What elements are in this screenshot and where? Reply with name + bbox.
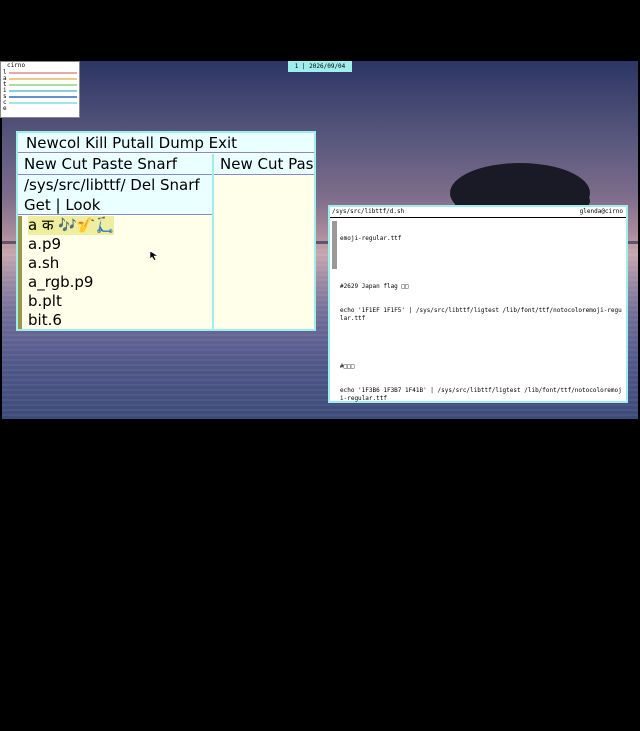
terminal-line: #□□□ — [340, 363, 355, 370]
acme-column-2[interactable]: New Cut Past — [214, 154, 314, 329]
window-menu-title: cirno — [7, 62, 26, 69]
terminal-line: echo '1F1EF 1F1F5' | /sys/src/libttf/lig… — [340, 307, 622, 322]
window-menu-bar — [9, 90, 77, 92]
terminal-window[interactable]: /sys/src/libttf/d.sh glenda@cirno emoji-… — [328, 205, 628, 714]
terminal-line: 915-94D-937-93F — [340, 635, 395, 642]
acme-scrollbar[interactable] — [18, 216, 22, 329]
window-menu-bar — [9, 78, 77, 80]
terminal-line: echo 939 | ligtest /lib/font/ttf/notosan… — [340, 467, 568, 474]
list-item[interactable]: a.sh — [28, 254, 114, 273]
terminal-line: □□ = U+0915 U+093F — [340, 515, 406, 522]
terminal-scrollbar[interactable] — [332, 221, 337, 269]
terminal-line: □ □ □ □ — [340, 587, 398, 594]
terminal-line: ​ — [340, 339, 624, 347]
terminal-line: emoji-regular.ttf — [340, 235, 402, 242]
mouse-pointer-icon — [150, 251, 160, 261]
terminal-line: page /n/ttf/notosansdevanagari-regular.t… — [340, 707, 557, 714]
terminal-line: # □ □ □□ 939 948 — [340, 443, 402, 450]
terminal-user: glenda@cirno — [579, 208, 623, 215]
terminal-line: # matra — [340, 683, 366, 690]
terminal-line: ​ — [340, 611, 624, 619]
terminal-line: ​ — [340, 491, 624, 499]
terminal-line: ​ — [340, 659, 624, 667]
list-item[interactable]: bit.6 — [28, 311, 114, 330]
window-menu[interactable]: cirno l a t i s c e — [0, 61, 80, 118]
window-menu-bar — [9, 84, 77, 86]
terminal-line: echo '1F3B6 1F3B7 1F41B' | /sys/src/libt… — [340, 387, 622, 402]
acme-row-tag[interactable]: Newcol Kill Putall Dump Exit — [18, 133, 314, 153]
window-menu-bar — [9, 72, 77, 74]
acme-file-list[interactable]: a क 🎶🎷🛴 a.p9 a.sh a_rgb.p9 b.plt bit.6 — [28, 216, 115, 330]
window-menu-bar — [9, 108, 77, 110]
terminal-line: □ □ — [340, 539, 362, 546]
list-item[interactable]: a_rgb.p9 — [28, 273, 114, 292]
terminal-line: ​ — [340, 259, 624, 267]
window-menu-item[interactable]: e — [1, 105, 79, 112]
acme-column-tag[interactable]: New Cut Paste Snarf — [18, 154, 212, 175]
terminal-path: /sys/src/libttf/d.sh — [332, 208, 405, 215]
acme-column-1[interactable]: New Cut Paste Snarf /sys/src/libttf/ Del… — [18, 154, 214, 329]
terminal-text[interactable]: emoji-regular.ttf ​ #2629 Japan flag □□ … — [340, 219, 624, 731]
terminal-line: #2629 Japan flag □□ — [340, 283, 409, 290]
window-menu-bar — [9, 96, 77, 98]
list-item[interactable]: a.p9 — [28, 235, 114, 254]
window-menu-bar — [9, 102, 77, 104]
acme-column-tag[interactable]: New Cut Past — [214, 154, 314, 175]
terminal-line: □□□□ = U+0915 U+094D U+0930 U+092E — [340, 563, 463, 570]
clock-bar: 1 | 2026/09/04 — [288, 61, 352, 72]
acme-window[interactable]: Newcol Kill Putall Dump Exit New Cut Pas… — [16, 131, 316, 331]
desktop: 1 | 2026/09/04 cirno l a t i s c e Newco… — [0, 0, 640, 714]
terminal-line: ​ — [340, 419, 624, 427]
acme-window-tag[interactable]: /sys/src/libttf/ Del Snarf Get | Look — [18, 175, 212, 215]
terminal-title: /sys/src/libttf/d.sh glenda@cirno — [330, 207, 626, 218]
list-item[interactable]: a क 🎶🎷🛴 — [28, 216, 115, 235]
list-item[interactable]: b.plt — [28, 292, 114, 311]
